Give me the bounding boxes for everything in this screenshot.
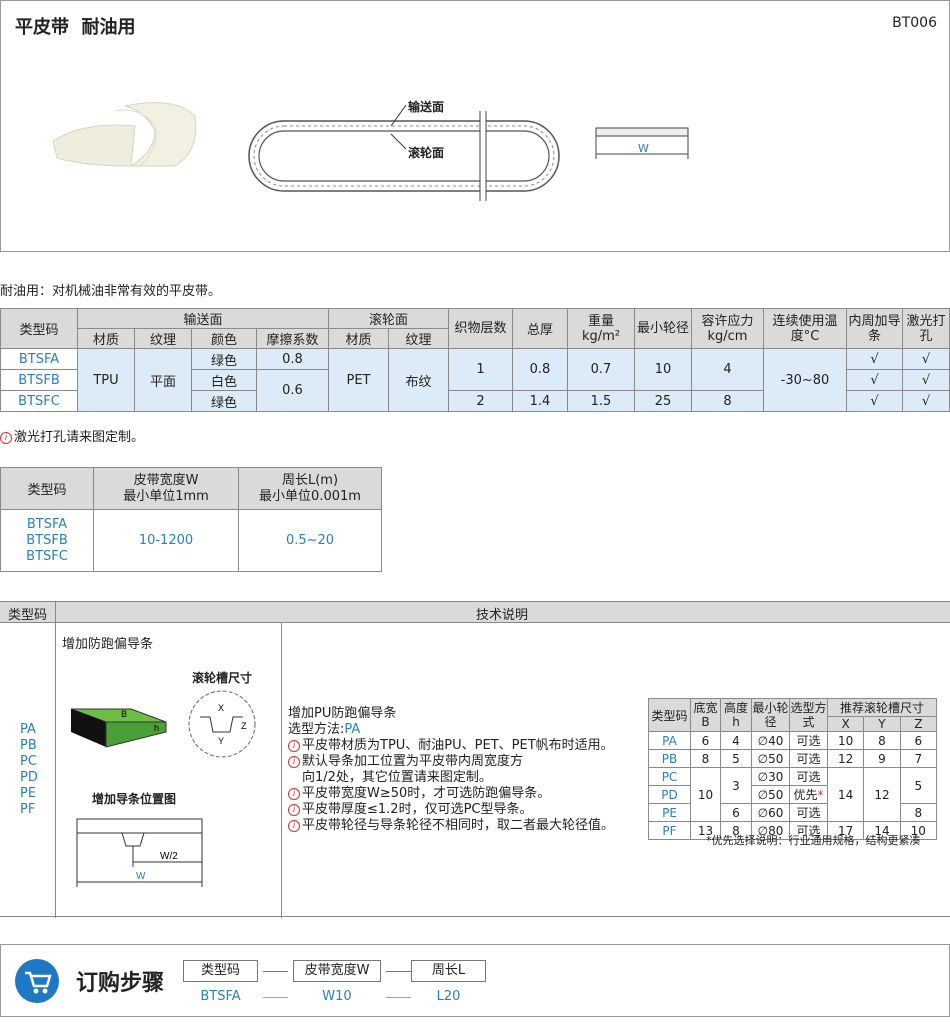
- info-icon: i: [288, 803, 300, 816]
- guide-table: 类型码 底宽 B 高度 h 最小轮径 选型方式 推荐滚轮槽尺寸 X Y Z PA 6…: [648, 698, 938, 840]
- order-steps-title: 订购步骤: [76, 971, 165, 996]
- header-conveying-surface: 输送面: [77, 308, 329, 329]
- svg-text:W/2: W/2: [160, 851, 178, 862]
- svg-text:Y: Y: [218, 736, 224, 746]
- svg-text:B: B: [121, 709, 127, 719]
- step-length: 周长L: [411, 960, 486, 982]
- belt-photo: [52, 102, 197, 167]
- tech-notes: 增加PU防跑偏导条 选型方法:PA i 平皮带材质为TPU、耐油PU、PET、PE…: [288, 706, 615, 833]
- size-table: 类型码 皮带宽度W 最小单位1mm 周长L(m) 最小单位0.001m BTSFA …: [0, 467, 382, 572]
- header-laser: 激光打孔: [902, 308, 950, 349]
- svg-text:Z: Z: [241, 721, 247, 731]
- step-type-code: 类型码: [183, 960, 258, 982]
- svg-text:h: h: [154, 723, 159, 733]
- header-stress: 容许应力 kg/cm: [691, 308, 764, 349]
- cart-icon: [15, 959, 59, 1003]
- info-icon: i: [288, 787, 300, 800]
- page-title: 平皮带 耐油用: [15, 17, 136, 38]
- info-icon: i: [288, 755, 300, 768]
- info-icon: i: [288, 739, 300, 752]
- info-icon: i: [0, 431, 12, 444]
- header-layers: 织物层数: [448, 308, 513, 349]
- product-header-box: 平皮带 耐油用 BT006 输送面 滚轮面 W: [0, 0, 950, 252]
- groove-drawing: X Y Z: [188, 690, 256, 758]
- header-guide: 内周加导条: [846, 308, 903, 349]
- svg-text:X: X: [218, 703, 224, 713]
- table-row: PC 10 3 ∅30 可选 14 12 5: [648, 767, 938, 822]
- laser-note: i 激光打孔请来图定制。: [0, 426, 144, 445]
- guide-table-footnote: *优先选择说明：行业通用规格，结构更紧凑: [706, 834, 921, 847]
- header-thickness: 总厚: [512, 308, 568, 349]
- table-row: PB 8 5 ∅50 可选 12 9 7: [648, 749, 938, 768]
- width-label: W: [638, 142, 649, 155]
- product-code: BT006: [892, 15, 937, 31]
- label-roller-surface: 滚轮面: [408, 146, 445, 160]
- table-row: BTSFA TPU 平面 绿色 0.8 PET 布纹 1 0.8 0.7 10 …: [0, 348, 950, 412]
- spec-table: 类型码 输送面 滚轮面 织物层数 总厚 重量 kg/m² 最小轮径 容许应力 kg/…: [0, 308, 950, 412]
- table-row: PA 6 4 ∅40 可选 10 8 6: [648, 731, 938, 750]
- order-steps-box: 订购步骤 类型码 皮带宽度W 周长L BTSFA W10 L20: [0, 944, 950, 1017]
- tech-section: 类型码 技术说明 PA PB PC PD PE PF 增加防跑偏导条 滚轮槽尺寸…: [0, 601, 950, 918]
- guide-type-codes: PA PB PC PD PE PF: [20, 722, 38, 817]
- header-type-code: 类型码: [0, 308, 78, 349]
- header-temperature: 连续使用温度°C: [763, 308, 847, 349]
- label-conveying-surface: 输送面: [408, 100, 445, 114]
- info-icon: i: [288, 819, 300, 832]
- header-roller-surface: 滚轮面: [328, 308, 449, 329]
- header-weight: 重量 kg/m²: [567, 308, 635, 349]
- step-width: 皮带宽度W: [293, 960, 381, 982]
- guide-position-drawing: W/2 W: [76, 818, 203, 887]
- header-min-wheel: 最小轮径: [634, 308, 692, 349]
- svg-text:W: W: [136, 871, 146, 882]
- guide-strip-drawing: B h: [70, 708, 167, 748]
- product-description: 耐油用：对机械油非常有效的平皮带。: [0, 284, 222, 299]
